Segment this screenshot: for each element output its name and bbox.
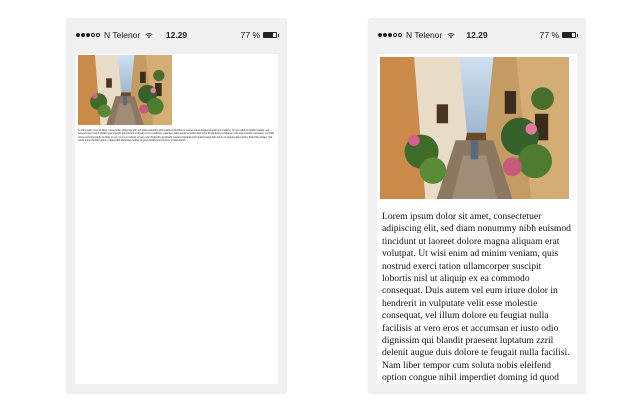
status-time: 12.29 (466, 30, 488, 40)
lorem-paragraph: Lorem ipsum dolor sit amet, consectetuer… (382, 211, 571, 384)
status-bar: N Telenor 12.29 77 % (378, 28, 578, 42)
battery-icon (263, 32, 279, 38)
lorem-paragraph: Lorem ipsum dolor sit amet, consectetuer… (78, 129, 275, 142)
web-content[interactable]: Lorem ipsum dolor sit amet, consectetuer… (377, 54, 577, 384)
street-alley-photo (78, 55, 172, 125)
photo-image (78, 55, 172, 125)
status-time: 12.29 (165, 30, 188, 40)
status-bar: N Telenor 12.29 77 % (76, 28, 279, 42)
web-content[interactable]: Lorem ipsum dolor sit amet, consectetuer… (75, 54, 278, 384)
photo-image (380, 57, 569, 199)
phone-frame-right: N Telenor 12.29 77 % Lorem ipsum dolor s… (368, 18, 586, 394)
phone-frame-left: N Telenor 12.29 77 % Lorem ipsum dolor s… (66, 18, 287, 394)
battery-icon (562, 32, 578, 38)
street-alley-photo (380, 57, 569, 199)
